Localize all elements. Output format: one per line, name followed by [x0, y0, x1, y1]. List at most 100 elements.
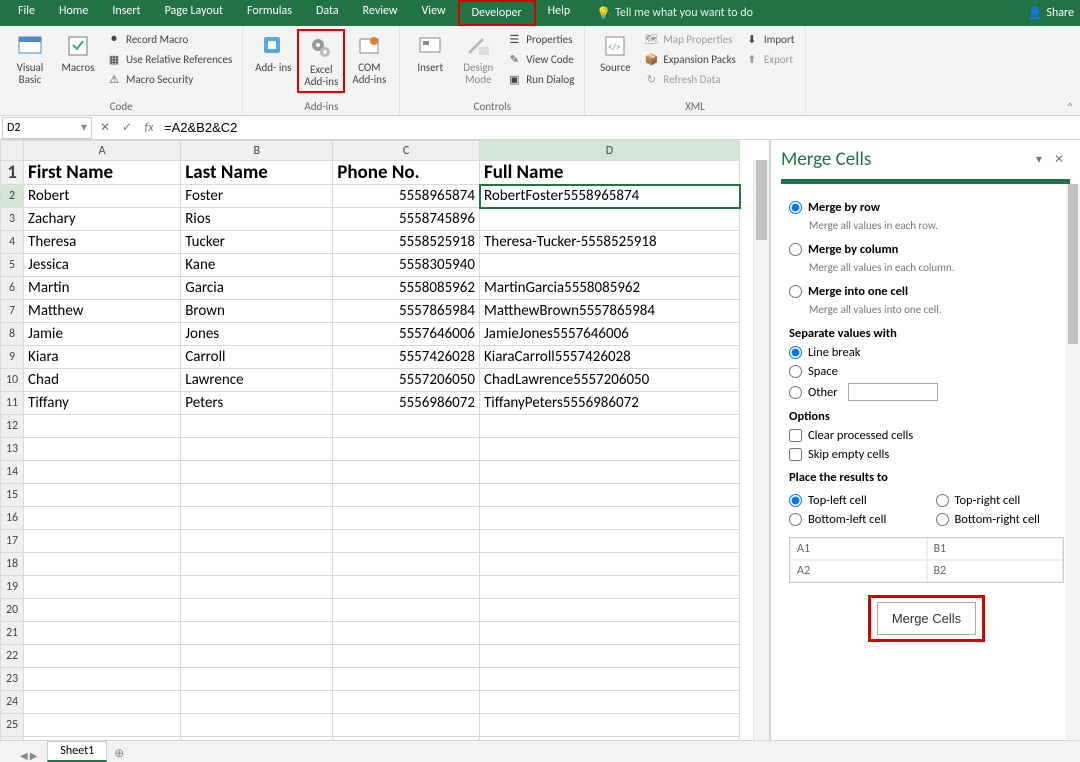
sheet-nav-next[interactable]: ▶ [30, 749, 38, 762]
cell[interactable] [181, 461, 333, 484]
row-header[interactable]: 21 [1, 622, 24, 645]
cell[interactable] [181, 714, 333, 737]
cell[interactable]: 5556986072 [333, 392, 480, 415]
cell[interactable] [181, 438, 333, 461]
clear-cells-checkbox[interactable]: Clear processed cells [789, 428, 1064, 443]
cell[interactable] [480, 691, 740, 714]
menu-tab-formulas[interactable]: Formulas [235, 0, 304, 26]
add-sheet-button[interactable]: ⊕ [109, 744, 129, 762]
row-header[interactable]: 9 [1, 346, 24, 369]
cell[interactable]: Zachary [24, 208, 181, 231]
cell[interactable]: 5558525918 [333, 231, 480, 254]
cell[interactable] [480, 599, 740, 622]
addins-button[interactable]: Add- ins [249, 29, 297, 93]
place-bottomright-radio[interactable]: Bottom-right cell [936, 512, 1065, 527]
cell[interactable]: Carroll [181, 346, 333, 369]
cell[interactable]: 5557646006 [333, 323, 480, 346]
row-header[interactable]: 22 [1, 645, 24, 668]
header-cell[interactable]: First Name [24, 161, 181, 185]
cell[interactable] [24, 622, 181, 645]
visual-basic-button[interactable]: Visual Basic [6, 29, 54, 89]
cell[interactable]: RobertFoster5558965874 [480, 185, 740, 208]
cell[interactable]: MartinGarcia5558085962 [480, 277, 740, 300]
cell[interactable] [24, 530, 181, 553]
cell[interactable]: Robert [24, 185, 181, 208]
row-header[interactable]: 1 [1, 161, 24, 185]
cell[interactable] [333, 484, 480, 507]
ribbon-collapse-button[interactable]: ˄ [1060, 26, 1080, 115]
column-header-D[interactable]: D [480, 141, 740, 161]
cell[interactable] [480, 622, 740, 645]
cell[interactable] [480, 254, 740, 277]
row-header[interactable]: 13 [1, 438, 24, 461]
cell[interactable] [181, 691, 333, 714]
cell[interactable] [181, 737, 333, 741]
row-header[interactable]: 6 [1, 277, 24, 300]
sep-other-input[interactable] [848, 383, 938, 401]
com-addins-button[interactable]: COM Add-ins [345, 29, 393, 93]
menu-tab-help[interactable]: Help [536, 0, 583, 26]
cell[interactable] [181, 645, 333, 668]
merge-cells-button[interactable]: Merge Cells [877, 602, 976, 635]
sheet-tab-active[interactable]: Sheet1 [47, 741, 107, 762]
sep-linebreak-radio[interactable]: Line break [789, 345, 1064, 360]
cell[interactable] [24, 714, 181, 737]
cell[interactable]: 5557206050 [333, 369, 480, 392]
column-header-A[interactable]: A [24, 141, 181, 161]
cell[interactable] [333, 530, 480, 553]
import-button[interactable]: ⬇Import [740, 29, 799, 49]
cell[interactable]: Martin [24, 277, 181, 300]
cell[interactable]: Jessica [24, 254, 181, 277]
view-code-button[interactable]: ✎View Code [502, 49, 578, 69]
cell[interactable] [333, 691, 480, 714]
cell[interactable] [333, 415, 480, 438]
cell[interactable] [480, 461, 740, 484]
cell[interactable]: MatthewBrown5557865984 [480, 300, 740, 323]
row-header[interactable]: 10 [1, 369, 24, 392]
formula-input[interactable] [160, 117, 1080, 139]
row-header[interactable]: 14 [1, 461, 24, 484]
cell[interactable]: Foster [181, 185, 333, 208]
cell[interactable] [24, 576, 181, 599]
excel-addins-button[interactable]: Excel Add-ins [297, 29, 345, 93]
menu-tab-insert[interactable]: Insert [100, 0, 152, 26]
merge-by-column-radio[interactable]: Merge by column [789, 242, 1064, 257]
header-cell[interactable]: Phone No. [333, 161, 480, 185]
cell[interactable] [181, 553, 333, 576]
cell[interactable] [480, 714, 740, 737]
map-properties-button[interactable]: 🗺Map Properties [639, 29, 739, 49]
taskpane-scrollbar-thumb[interactable] [1068, 184, 1078, 344]
name-box[interactable]: D2 ▾ [2, 117, 92, 139]
cell[interactable]: Lawrence [181, 369, 333, 392]
macro-security-button[interactable]: ⚠Macro Security [102, 69, 236, 89]
cell[interactable]: 5557426028 [333, 346, 480, 369]
cell[interactable] [24, 461, 181, 484]
menu-tab-developer[interactable]: Developer [458, 0, 536, 26]
scrollbar-thumb[interactable] [756, 160, 767, 240]
row-header[interactable]: 20 [1, 599, 24, 622]
row-header[interactable]: 8 [1, 323, 24, 346]
cell[interactable] [24, 645, 181, 668]
chevron-down-icon[interactable]: ▾ [81, 120, 87, 135]
menu-tab-file[interactable]: File [6, 0, 47, 26]
source-button[interactable]: </> Source [591, 29, 639, 89]
row-header[interactable]: 16 [1, 507, 24, 530]
row-header[interactable]: 15 [1, 484, 24, 507]
cell[interactable]: Peters [181, 392, 333, 415]
row-header[interactable]: 18 [1, 553, 24, 576]
cell[interactable] [181, 668, 333, 691]
cell[interactable] [333, 645, 480, 668]
cell[interactable] [24, 484, 181, 507]
cell[interactable]: Tucker [181, 231, 333, 254]
expansion-packs-button[interactable]: 📦Expansion Packs [639, 49, 739, 69]
cell[interactable]: Jones [181, 323, 333, 346]
cell[interactable] [181, 576, 333, 599]
column-header-B[interactable]: B [181, 141, 333, 161]
row-header[interactable]: 4 [1, 231, 24, 254]
cell[interactable]: Chad [24, 369, 181, 392]
cell[interactable]: Theresa [24, 231, 181, 254]
cell[interactable]: TiffanyPeters5556986072 [480, 392, 740, 415]
worksheet-grid[interactable]: ABCD 1First NameLast NamePhone No.Full N… [0, 140, 770, 740]
record-macro-button[interactable]: ⏺Record Macro [102, 29, 236, 49]
cell[interactable]: Tiffany [24, 392, 181, 415]
